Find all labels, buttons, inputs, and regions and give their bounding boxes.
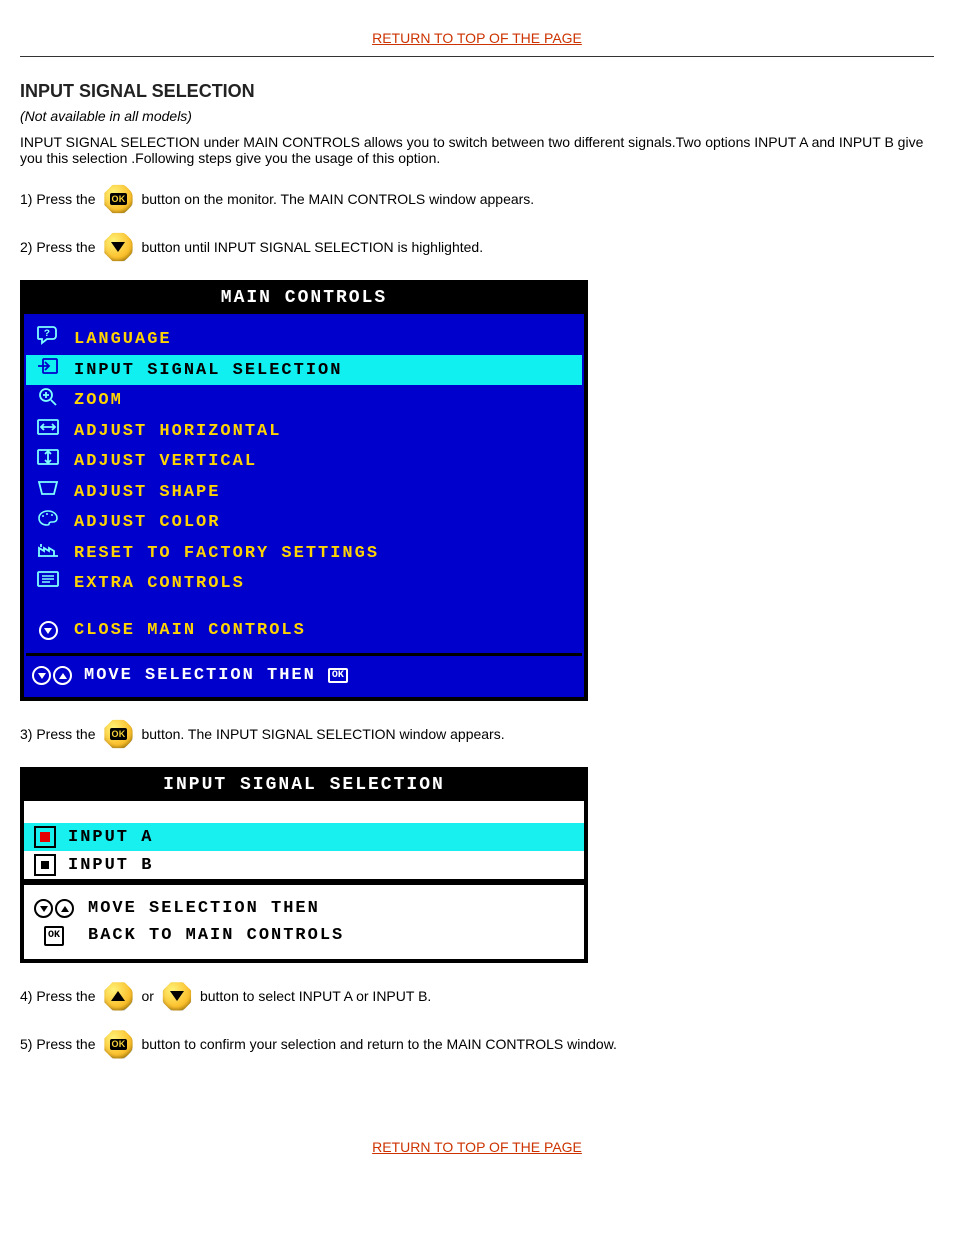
speech-bubble-q-icon: ? <box>32 325 64 355</box>
step-text: button to confirm your selection and ret… <box>141 1036 616 1052</box>
down-circle-icon <box>32 618 64 644</box>
footer-line-2: BACK TO MAIN CONTROLS <box>88 922 344 949</box>
step-4: 4) Press the or button to select INPUT A… <box>20 981 934 1011</box>
return-top-link[interactable]: RETURN TO TOP OF THE PAGE <box>20 30 934 46</box>
step-1: 1) Press the OK button on the monitor. T… <box>20 184 934 214</box>
ok-box-icon: OK <box>328 668 348 683</box>
down-button-icon <box>162 981 192 1011</box>
list-box-icon <box>32 569 64 599</box>
input-option[interactable]: INPUT A <box>24 823 584 851</box>
section-heading: INPUT SIGNAL SELECTION <box>20 81 934 102</box>
step-2: 2) Press the button until INPUT SIGNAL S… <box>20 232 934 262</box>
down-button-icon <box>103 232 133 262</box>
footer-text: MOVE SELECTION THEN <box>84 666 316 685</box>
step-3: 3) Press the OK button. The INPUT SIGNAL… <box>20 719 934 749</box>
osd-footer: MOVE SELECTION THEN OK <box>26 653 582 691</box>
arrows-h-box-icon <box>32 417 64 447</box>
intro-text: INPUT SIGNAL SELECTION under MAIN CONTRO… <box>20 134 934 166</box>
menu-label: EXTRA CONTROLS <box>74 571 576 597</box>
footer-line-1: MOVE SELECTION THEN <box>88 895 320 922</box>
menu-label: INPUT SIGNAL SELECTION <box>74 358 576 384</box>
step-text: 2) Press the <box>20 239 95 255</box>
up-button-icon <box>103 981 133 1011</box>
osd-main-controls: MAIN CONTROLS ? LANGUAGE INPUT SIGNAL SE… <box>20 280 588 701</box>
svg-text:?: ? <box>44 329 52 340</box>
menu-label: ADJUST HORIZONTAL <box>74 419 576 445</box>
menu-item[interactable]: ADJUST COLOR <box>26 507 582 538</box>
up-down-arrows-icon <box>32 666 72 685</box>
divider <box>20 56 934 57</box>
palette-icon <box>32 508 64 538</box>
ok-button-icon: OK <box>103 184 133 214</box>
menu-item[interactable]: EXTRA CONTROLS <box>26 568 582 599</box>
arrows-v-box-icon <box>32 447 64 477</box>
close-main-controls[interactable]: CLOSE MAIN CONTROLS <box>26 617 582 644</box>
menu-label: ADJUST COLOR <box>74 510 576 536</box>
menu-item[interactable]: ADJUST SHAPE <box>26 477 582 508</box>
menu-label: RESET TO FACTORY SETTINGS <box>74 541 576 567</box>
step-text: 1) Press the <box>20 191 95 207</box>
menu-item[interactable]: ZOOM <box>26 385 582 416</box>
option-label: INPUT A <box>68 828 153 847</box>
close-label: CLOSE MAIN CONTROLS <box>74 618 576 644</box>
option-label: INPUT B <box>68 856 153 875</box>
ok-button-icon: OK <box>103 719 133 749</box>
menu-item[interactable]: RESET TO FACTORY SETTINGS <box>26 538 582 569</box>
radio-unselected-icon <box>34 854 56 876</box>
menu-label: LANGUAGE <box>74 327 576 353</box>
step-text: 3) Press the <box>20 726 95 742</box>
osd-title: INPUT SIGNAL SELECTION <box>24 771 584 801</box>
input-option[interactable]: INPUT B <box>24 851 584 879</box>
magnify-plus-icon <box>32 386 64 416</box>
ok-button-icon: OK <box>103 1029 133 1059</box>
menu-item[interactable]: ADJUST VERTICAL <box>26 446 582 477</box>
menu-label: ADJUST SHAPE <box>74 480 576 506</box>
radio-selected-icon <box>34 826 56 848</box>
step-5: 5) Press the OK button to confirm your s… <box>20 1029 934 1059</box>
step-text: button. The INPUT SIGNAL SELECTION windo… <box>141 726 504 742</box>
step-text: button on the monitor. The MAIN CONTROLS… <box>141 191 534 207</box>
arrow-in-box-icon <box>32 356 64 386</box>
step-text: button to select INPUT A or INPUT B. <box>200 988 431 1004</box>
factory-icon <box>32 539 64 569</box>
menu-item[interactable]: ? LANGUAGE <box>26 324 582 355</box>
menu-item[interactable]: INPUT SIGNAL SELECTION <box>26 355 582 386</box>
step-text: or <box>141 988 153 1004</box>
up-down-arrows-icon <box>32 899 76 918</box>
menu-label: ADJUST VERTICAL <box>74 449 576 475</box>
return-top-link[interactable]: RETURN TO TOP OF THE PAGE <box>20 1139 934 1155</box>
osd-footer: MOVE SELECTION THEN OK BACK TO MAIN CONT… <box>24 885 584 959</box>
menu-label: ZOOM <box>74 388 576 414</box>
step-text: 4) Press the <box>20 988 95 1004</box>
trapezoid-icon <box>32 478 64 508</box>
step-text: 5) Press the <box>20 1036 95 1052</box>
osd-input-selection: INPUT SIGNAL SELECTION INPUT A INPUT B M… <box>20 767 588 963</box>
step-text: button until INPUT SIGNAL SELECTION is h… <box>141 239 483 255</box>
osd-title: MAIN CONTROLS <box>24 284 584 314</box>
ok-box-icon: OK <box>32 926 76 946</box>
menu-item[interactable]: ADJUST HORIZONTAL <box>26 416 582 447</box>
availability-note: (Not available in all models) <box>20 108 934 124</box>
